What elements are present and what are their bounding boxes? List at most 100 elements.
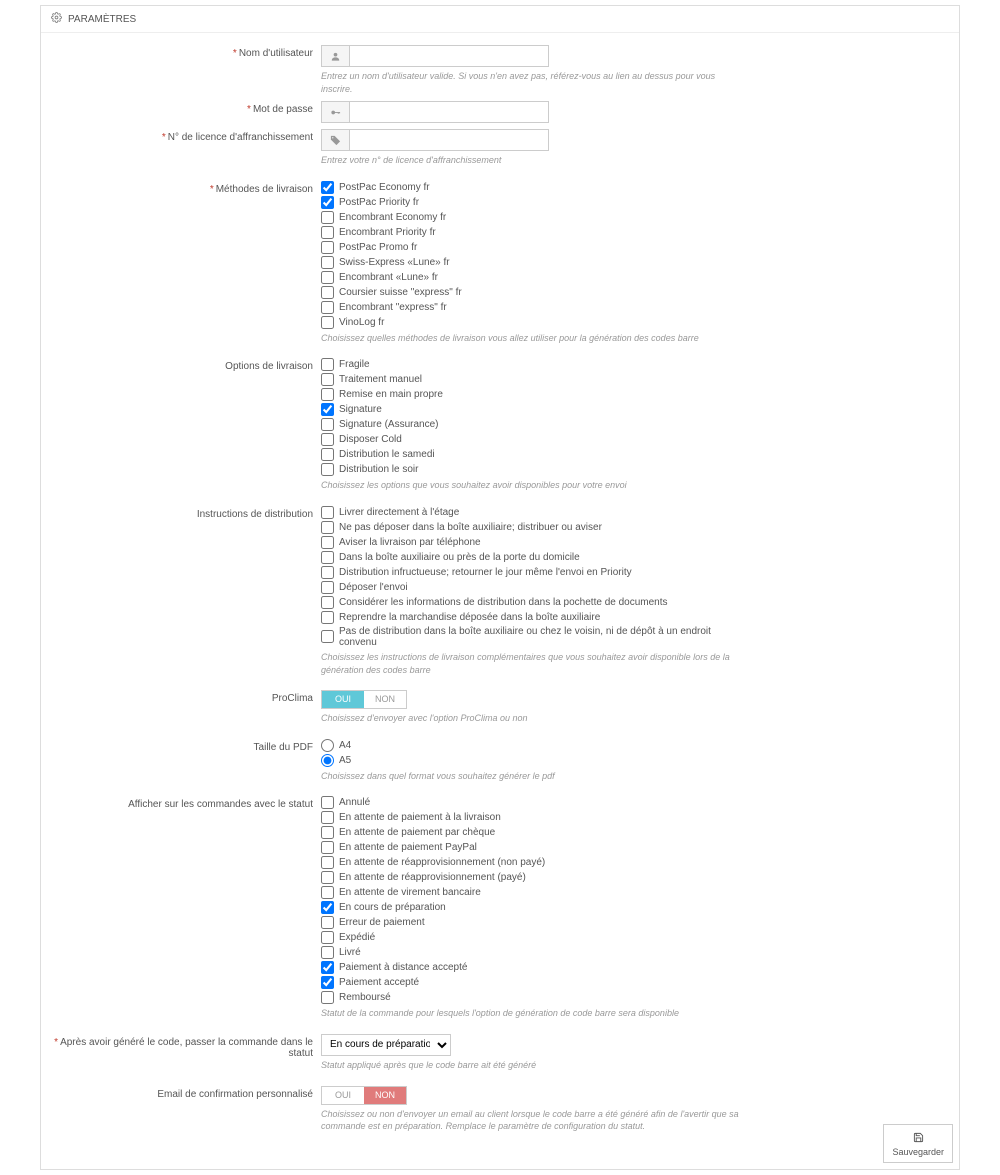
instruction-checkbox[interactable] xyxy=(321,536,334,549)
option-checkbox[interactable] xyxy=(321,403,334,416)
aftercode-help: Statut appliqué après que le code barre … xyxy=(321,1059,741,1072)
option-checkbox[interactable] xyxy=(321,373,334,386)
instruction-label: Pas de distribution dans la boîte auxili… xyxy=(339,626,741,648)
pdfsize-radio[interactable] xyxy=(321,739,334,752)
method-checkbox[interactable] xyxy=(321,286,334,299)
option-checkbox[interactable] xyxy=(321,433,334,446)
license-input[interactable] xyxy=(349,129,549,151)
method-checkbox[interactable] xyxy=(321,271,334,284)
pdfsize-row: A4 xyxy=(321,739,741,752)
status-label: En attente de réapprovisionnement (payé) xyxy=(339,872,526,883)
proclima-yes[interactable]: OUI xyxy=(322,691,364,708)
instruction-checkbox[interactable] xyxy=(321,551,334,564)
email-yes[interactable]: OUI xyxy=(322,1087,364,1104)
instruction-label: Distribution infructueuse; retourner le … xyxy=(339,567,632,578)
status-checkbox[interactable] xyxy=(321,901,334,914)
method-checkbox[interactable] xyxy=(321,196,334,209)
aftercode-select[interactable]: En cours de préparation xyxy=(321,1034,451,1056)
option-checkbox[interactable] xyxy=(321,463,334,476)
option-help: Choisissez les options que vous souhaite… xyxy=(321,479,741,492)
instruction-checkbox[interactable] xyxy=(321,506,334,519)
instruction-checkbox[interactable] xyxy=(321,596,334,609)
method-row: Encombrant Economy fr xyxy=(321,211,741,224)
method-label: PostPac Priority fr xyxy=(339,197,419,208)
status-checkbox[interactable] xyxy=(321,886,334,899)
options-label: Options de livraison xyxy=(225,361,313,372)
method-checkbox[interactable] xyxy=(321,211,334,224)
option-label: Distribution le soir xyxy=(339,464,418,475)
status-checkbox[interactable] xyxy=(321,796,334,809)
status-checkbox[interactable] xyxy=(321,946,334,959)
password-label: Mot de passe xyxy=(253,104,313,115)
method-help: Choisissez quelles méthodes de livraison… xyxy=(321,332,741,345)
status-checkbox[interactable] xyxy=(321,871,334,884)
username-label: Nom d'utilisateur xyxy=(239,48,313,59)
method-label: PostPac Promo fr xyxy=(339,242,417,253)
username-input[interactable] xyxy=(349,45,549,67)
option-label: Signature xyxy=(339,404,382,415)
option-row: Traitement manuel xyxy=(321,373,741,386)
status-row: En cours de préparation xyxy=(321,901,741,914)
aftercode-label: Après avoir généré le code, passer la co… xyxy=(60,1037,313,1059)
status-row: Remboursé xyxy=(321,991,741,1004)
method-label: Encombrant «Lune» fr xyxy=(339,272,438,283)
status-label: Erreur de paiement xyxy=(339,917,425,928)
instructions-label: Instructions de distribution xyxy=(197,509,313,520)
pdfsize-radio[interactable] xyxy=(321,754,334,767)
method-checkbox[interactable] xyxy=(321,256,334,269)
status-checkbox[interactable] xyxy=(321,961,334,974)
user-icon xyxy=(321,45,349,67)
status-label: En attente de paiement PayPal xyxy=(339,842,477,853)
status-checkbox[interactable] xyxy=(321,841,334,854)
status-checkbox[interactable] xyxy=(321,931,334,944)
option-checkbox[interactable] xyxy=(321,358,334,371)
status-row: En attente de virement bancaire xyxy=(321,886,741,899)
method-row: Coursier suisse "express" fr xyxy=(321,286,741,299)
proclima-help: Choisissez d'envoyer avec l'option ProCl… xyxy=(321,712,741,725)
panel-title: PARAMÈTRES xyxy=(68,14,136,25)
method-checkbox[interactable] xyxy=(321,226,334,239)
method-checkbox[interactable] xyxy=(321,241,334,254)
instruction-checkbox[interactable] xyxy=(321,581,334,594)
status-row: Paiement accepté xyxy=(321,976,741,989)
status-label: Annulé xyxy=(339,797,370,808)
option-checkbox[interactable] xyxy=(321,388,334,401)
method-checkbox[interactable] xyxy=(321,181,334,194)
status-checkbox[interactable] xyxy=(321,856,334,869)
proclima-toggle[interactable]: OUI NON xyxy=(321,690,407,709)
option-checkbox[interactable] xyxy=(321,418,334,431)
pdfsize-label: A4 xyxy=(339,740,351,751)
status-checkbox[interactable] xyxy=(321,991,334,1004)
status-label: En cours de préparation xyxy=(339,902,446,913)
status-checkbox[interactable] xyxy=(321,976,334,989)
instruction-checkbox[interactable] xyxy=(321,630,334,643)
option-label: Signature (Assurance) xyxy=(339,419,439,430)
status-checkbox[interactable] xyxy=(321,826,334,839)
email-toggle[interactable]: OUI NON xyxy=(321,1086,407,1105)
save-button[interactable]: Sauvegarder xyxy=(883,1124,953,1163)
status-label: En attente de paiement à la livraison xyxy=(339,812,501,823)
username-help: Entrez un nom d'utilisateur valide. Si v… xyxy=(321,70,741,95)
method-row: Encombrant "express" fr xyxy=(321,301,741,314)
pdfsize-label: A5 xyxy=(339,755,351,766)
option-label: Remise en main propre xyxy=(339,389,443,400)
password-input[interactable] xyxy=(349,101,549,123)
method-row: Swiss-Express «Lune» fr xyxy=(321,256,741,269)
email-no[interactable]: NON xyxy=(364,1087,406,1104)
method-row: Encombrant «Lune» fr xyxy=(321,271,741,284)
instruction-row: Pas de distribution dans la boîte auxili… xyxy=(321,626,741,648)
license-help: Entrez votre n° de licence d'affranchiss… xyxy=(321,154,741,167)
instruction-checkbox[interactable] xyxy=(321,566,334,579)
status-row: Annulé xyxy=(321,796,741,809)
status-checkbox[interactable] xyxy=(321,916,334,929)
option-checkbox[interactable] xyxy=(321,448,334,461)
instruction-row: Considérer les informations de distribut… xyxy=(321,596,741,609)
instruction-checkbox[interactable] xyxy=(321,611,334,624)
instruction-checkbox[interactable] xyxy=(321,521,334,534)
method-label: Encombrant Priority fr xyxy=(339,227,436,238)
status-checkbox[interactable] xyxy=(321,811,334,824)
proclima-no[interactable]: NON xyxy=(364,691,406,708)
option-row: Signature xyxy=(321,403,741,416)
method-checkbox[interactable] xyxy=(321,301,334,314)
method-checkbox[interactable] xyxy=(321,316,334,329)
